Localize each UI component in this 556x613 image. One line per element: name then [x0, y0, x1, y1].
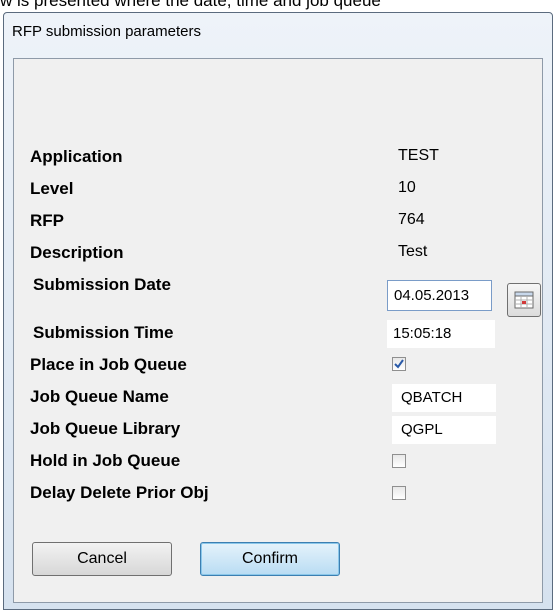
description-label: Description	[30, 243, 124, 262]
submission-time-label: Submission Time	[33, 323, 174, 342]
description-value: Test	[398, 243, 428, 260]
submission-time-input[interactable]: 15:05:18	[387, 320, 495, 348]
delay-delete-prior-obj-label: Delay Delete Prior Obj	[30, 483, 209, 502]
place-in-job-queue-checkbox[interactable]	[392, 357, 406, 371]
place-in-job-queue-label: Place in Job Queue	[30, 355, 187, 374]
delay-delete-prior-obj-checkbox[interactable]	[392, 486, 406, 500]
job-queue-name-label: Job Queue Name	[30, 387, 169, 406]
dialog-title: RFP submission parameters	[12, 23, 201, 40]
dialog-title-bar[interactable]: RFP submission parameters	[4, 13, 552, 51]
calendar-icon	[514, 291, 534, 309]
level-label: Level	[30, 179, 74, 198]
dialog-content: Application TEST Level 10 RFP 764 Descri…	[13, 58, 543, 603]
application-value: TEST	[398, 147, 439, 164]
checkmark-icon	[394, 359, 404, 369]
rfp-value: 764	[398, 211, 425, 228]
confirm-button[interactable]: Confirm	[200, 542, 340, 576]
job-queue-name-input[interactable]: QBATCH	[392, 384, 496, 412]
submission-date-input[interactable]: 04.05.2013	[387, 280, 492, 311]
rfp-submission-dialog: RFP submission parameters Application TE…	[3, 12, 553, 610]
calendar-button[interactable]	[507, 283, 541, 317]
submission-date-label: Submission Date	[33, 275, 171, 294]
job-queue-library-input[interactable]: QGPL	[392, 416, 496, 444]
application-label: Application	[30, 147, 123, 166]
background-caption-text: w is presented where the date, time and …	[0, 0, 381, 10]
hold-in-job-queue-label: Hold in Job Queue	[30, 451, 181, 470]
rfp-label: RFP	[30, 211, 64, 230]
hold-in-job-queue-checkbox[interactable]	[392, 454, 406, 468]
job-queue-library-label: Job Queue Library	[30, 419, 181, 438]
cancel-button[interactable]: Cancel	[32, 542, 172, 576]
level-value: 10	[398, 179, 416, 196]
